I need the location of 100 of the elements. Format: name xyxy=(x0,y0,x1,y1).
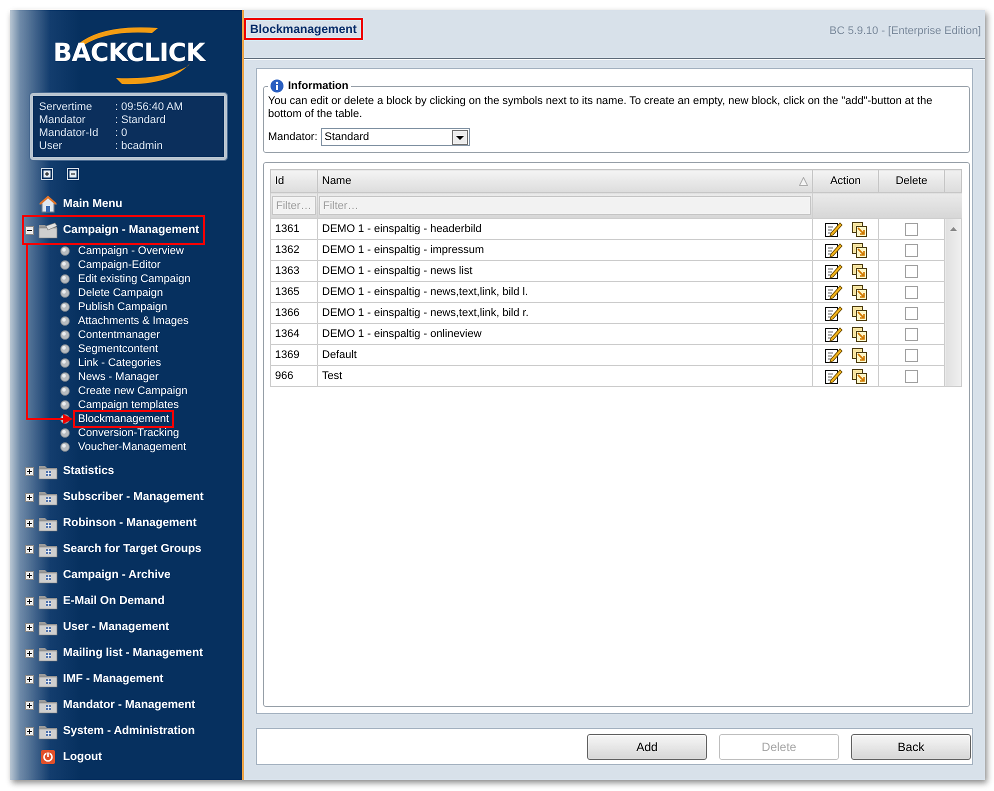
copy-icon[interactable] xyxy=(850,242,868,258)
submenu-item[interactable]: Voucher-Management xyxy=(76,441,188,453)
expand-icon[interactable] xyxy=(25,518,34,528)
table-cell: 1369 xyxy=(270,344,318,366)
expand-icon[interactable] xyxy=(25,648,34,658)
copy-icon[interactable] xyxy=(850,326,868,342)
submenu-item[interactable]: Campaign-Editor xyxy=(76,259,163,271)
column-header[interactable]: Name xyxy=(318,170,812,192)
edit-icon[interactable] xyxy=(824,304,842,322)
submenu-item[interactable]: Create new Campaign xyxy=(76,385,190,397)
submenu-item[interactable]: Campaign templates xyxy=(76,399,181,411)
table-cell: 1362 xyxy=(270,240,318,260)
expand-icon[interactable] xyxy=(25,466,34,476)
submenu-item[interactable]: Segmentcontent xyxy=(76,343,160,355)
expand-icon[interactable] xyxy=(25,726,34,736)
menu-item[interactable]: Campaign - Archive xyxy=(63,569,171,581)
bullet-icon xyxy=(60,372,70,382)
expand-icon[interactable] xyxy=(25,544,34,554)
menu-item[interactable]: System - Administration xyxy=(63,725,195,737)
bullet-icon xyxy=(60,400,70,410)
bullet-icon xyxy=(60,330,70,340)
menu-item[interactable]: User - Management xyxy=(63,621,170,633)
delete-checkbox[interactable] xyxy=(905,306,918,320)
menu-item[interactable]: Subscriber - Management xyxy=(63,491,204,503)
expand-icon[interactable] xyxy=(25,700,34,710)
copy-icon[interactable] xyxy=(850,346,868,364)
session-value: : bcadmin xyxy=(115,140,164,152)
submenu-item[interactable]: Edit existing Campaign xyxy=(76,273,193,285)
collapse-icon[interactable] xyxy=(25,226,34,234)
submenu-item[interactable]: News - Manager xyxy=(76,371,161,383)
section-legend: Information xyxy=(288,80,348,92)
menu-item[interactable]: Logout xyxy=(63,751,102,763)
submenu-item[interactable]: Delete Campaign xyxy=(76,287,165,299)
delete-checkbox[interactable] xyxy=(905,348,918,362)
delete-checkbox[interactable] xyxy=(905,286,918,298)
copy-icon[interactable] xyxy=(850,262,868,280)
delete-checkbox[interactable] xyxy=(905,264,918,278)
menu-item[interactable]: E-Mail On Demand xyxy=(63,595,165,607)
expand-icon[interactable] xyxy=(25,622,34,632)
edit-icon[interactable] xyxy=(824,367,842,385)
delete-checkbox[interactable] xyxy=(905,222,918,236)
menu-item[interactable]: Search for Target Groups xyxy=(63,543,202,555)
delete-checkbox[interactable] xyxy=(905,244,918,256)
session-label: User xyxy=(39,140,64,152)
expand-icon[interactable] xyxy=(25,570,34,580)
collapse-all-icon[interactable] xyxy=(67,168,79,180)
submenu-item[interactable]: Publish Campaign xyxy=(76,301,170,313)
bullet-icon xyxy=(60,442,70,452)
table-cell: 1365 xyxy=(270,282,318,302)
menu-item[interactable]: Mandator - Management xyxy=(63,699,196,711)
table-cell: DEMO 1 - einspaltig - impressum xyxy=(318,240,812,260)
column-header[interactable]: Delete xyxy=(878,170,944,192)
submenu-item[interactable]: Link - Categories xyxy=(76,357,164,369)
session-value: : 0 xyxy=(115,126,128,140)
edit-icon[interactable] xyxy=(824,241,842,259)
expand-icon[interactable] xyxy=(25,674,34,684)
bullet-icon xyxy=(60,428,70,438)
info-text: You can edit or delete a block by clicking on the symbols next to its name. To create an empty, new block, click on the "add"-button at the bottom of the table. xyxy=(268,95,934,121)
copy-icon[interactable] xyxy=(850,220,868,238)
edit-icon[interactable] xyxy=(824,346,842,364)
copy-icon[interactable] xyxy=(850,304,868,322)
copy-icon[interactable] xyxy=(850,368,868,384)
action-button[interactable]: Back xyxy=(851,734,971,760)
bullet-icon xyxy=(60,344,70,354)
session-label: Servertime xyxy=(39,100,94,114)
copy-icon[interactable] xyxy=(850,284,868,300)
action-button[interactable]: Add xyxy=(587,734,707,760)
delete-checkbox[interactable] xyxy=(905,370,918,382)
menu-item[interactable]: IMF - Management xyxy=(63,673,164,685)
column-header[interactable]: Id xyxy=(270,170,318,192)
submenu-item[interactable]: Blockmanagement xyxy=(76,413,172,425)
expand-icon[interactable] xyxy=(25,492,34,502)
mandator-dropdown[interactable]: Standard xyxy=(320,128,470,146)
submenu-item[interactable]: Contentmanager xyxy=(76,329,162,341)
submenu-item[interactable]: Attachments & Images xyxy=(76,315,191,327)
menu-item[interactable]: Campaign - Management xyxy=(63,224,200,236)
sort-icon xyxy=(799,177,808,186)
expand-icon[interactable] xyxy=(25,596,34,606)
info-icon xyxy=(270,79,284,93)
menu-item[interactable]: Mailing list - Management xyxy=(63,647,203,659)
bullet-icon xyxy=(60,302,70,312)
submenu-item[interactable]: Conversion-Tracking xyxy=(76,427,182,439)
delete-checkbox[interactable] xyxy=(905,328,918,340)
session-label: Mandator-Id xyxy=(39,126,100,140)
table-cell: 1361 xyxy=(270,218,318,240)
edit-icon[interactable] xyxy=(824,283,842,301)
edit-icon[interactable] xyxy=(824,262,842,280)
filter-field[interactable]: Filter… xyxy=(272,196,316,215)
filter-field[interactable]: Filter… xyxy=(319,196,811,215)
edit-icon[interactable] xyxy=(824,325,842,343)
table-cell: DEMO 1 - einspaltig - news list xyxy=(318,260,812,282)
menu-item[interactable]: Statistics xyxy=(63,465,114,477)
column-header[interactable]: Action xyxy=(812,170,878,192)
menu-item[interactable]: Main Menu xyxy=(63,198,122,210)
expand-all-icon[interactable] xyxy=(41,168,53,180)
bullet-icon xyxy=(60,288,70,298)
scroll-up-icon[interactable] xyxy=(948,225,958,233)
edit-icon[interactable] xyxy=(824,220,842,238)
submenu-item[interactable]: Campaign - Overview xyxy=(76,245,186,257)
menu-item[interactable]: Robinson - Management xyxy=(63,517,197,529)
